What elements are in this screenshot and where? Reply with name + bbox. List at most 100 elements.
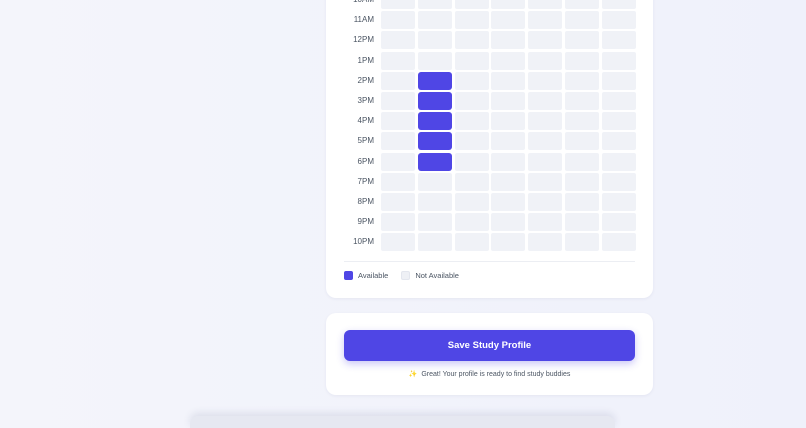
- time-row: 8PM: [326, 193, 653, 211]
- time-slot[interactable]: [491, 112, 526, 131]
- time-slot[interactable]: [565, 132, 599, 151]
- time-slot[interactable]: [601, 11, 636, 30]
- time-slot[interactable]: [491, 152, 526, 171]
- time-slot[interactable]: [601, 0, 636, 9]
- time-slot[interactable]: [601, 51, 636, 70]
- time-slot[interactable]: [565, 152, 599, 171]
- time-slot[interactable]: [528, 213, 563, 232]
- time-slot[interactable]: [491, 0, 526, 9]
- sparkles-icon: ✨: [408, 371, 418, 378]
- time-slot[interactable]: [417, 51, 452, 70]
- time-slot[interactable]: [454, 172, 489, 191]
- time-slot[interactable]: [491, 132, 526, 151]
- time-slot[interactable]: [454, 213, 489, 232]
- time-slot[interactable]: [417, 31, 452, 50]
- legend-available-label: Available: [358, 270, 389, 280]
- time-slot[interactable]: [381, 92, 415, 110]
- time-slot[interactable]: [417, 0, 452, 9]
- time-slot[interactable]: [381, 213, 415, 232]
- time-slot[interactable]: [491, 193, 526, 211]
- time-slot[interactable]: [454, 11, 489, 30]
- time-slot[interactable]: [528, 112, 563, 131]
- time-slot[interactable]: [491, 172, 526, 191]
- time-slot[interactable]: [491, 92, 526, 110]
- time-slot[interactable]: [491, 233, 526, 252]
- time-slot[interactable]: [601, 152, 636, 171]
- time-slot[interactable]: [381, 11, 415, 30]
- time-slot-available[interactable]: [417, 71, 452, 90]
- time-slot[interactable]: [491, 213, 526, 232]
- time-slot[interactable]: [417, 193, 452, 211]
- time-slot[interactable]: [381, 31, 415, 50]
- time-slot[interactable]: [565, 51, 599, 70]
- time-slot[interactable]: [381, 152, 415, 171]
- time-slot[interactable]: [454, 233, 489, 252]
- time-slot[interactable]: [601, 193, 636, 211]
- time-slot[interactable]: [565, 11, 599, 30]
- time-slot-available[interactable]: [417, 92, 452, 110]
- time-slot[interactable]: [601, 71, 636, 90]
- time-slot[interactable]: [454, 71, 489, 90]
- time-slot[interactable]: [565, 112, 599, 131]
- time-slot[interactable]: [528, 132, 563, 151]
- time-slot[interactable]: [454, 92, 489, 110]
- time-slot[interactable]: [454, 51, 489, 70]
- save-study-profile-button[interactable]: Save Study Profile: [344, 330, 635, 361]
- time-label: 4PM: [357, 116, 374, 126]
- time-slot[interactable]: [565, 233, 599, 252]
- time-slot[interactable]: [454, 31, 489, 50]
- time-slot[interactable]: [528, 152, 563, 171]
- time-slot[interactable]: [528, 92, 563, 110]
- time-slot[interactable]: [417, 213, 452, 232]
- time-row: 2PM: [326, 71, 653, 90]
- time-slot[interactable]: [565, 0, 599, 9]
- time-slot-available[interactable]: [417, 132, 452, 151]
- time-slot[interactable]: [381, 0, 415, 9]
- time-slot[interactable]: [454, 112, 489, 131]
- time-row: 5PM: [326, 132, 653, 151]
- time-slot[interactable]: [381, 51, 415, 70]
- time-slot[interactable]: [565, 213, 599, 232]
- time-slot[interactable]: [565, 172, 599, 191]
- time-slot[interactable]: [565, 92, 599, 110]
- time-slot[interactable]: [381, 193, 415, 211]
- time-slot[interactable]: [454, 152, 489, 171]
- time-slot[interactable]: [417, 233, 452, 252]
- time-slot[interactable]: [528, 71, 563, 90]
- time-slot[interactable]: [601, 132, 636, 151]
- time-slot[interactable]: [601, 92, 636, 110]
- time-slot[interactable]: [491, 11, 526, 30]
- time-slot[interactable]: [528, 0, 563, 9]
- time-slot[interactable]: [601, 233, 636, 252]
- time-slot[interactable]: [528, 193, 563, 211]
- time-slot[interactable]: [491, 51, 526, 70]
- time-slot[interactable]: [381, 132, 415, 151]
- save-card: Save Study Profile ✨ Great! Your profile…: [326, 313, 653, 395]
- time-slot[interactable]: [528, 11, 563, 30]
- time-slot[interactable]: [381, 71, 415, 90]
- time-slot[interactable]: [381, 172, 415, 191]
- time-slot[interactable]: [417, 11, 452, 30]
- time-slot[interactable]: [491, 31, 526, 50]
- time-slot[interactable]: [601, 172, 636, 191]
- time-slot[interactable]: [565, 71, 599, 90]
- time-slot[interactable]: [565, 31, 599, 50]
- time-slot-available[interactable]: [417, 152, 452, 171]
- time-slot[interactable]: [454, 0, 489, 9]
- time-slot[interactable]: [381, 112, 415, 131]
- time-slot[interactable]: [528, 31, 563, 50]
- time-slot[interactable]: [528, 233, 563, 252]
- time-slot[interactable]: [601, 112, 636, 131]
- time-slot[interactable]: [601, 213, 636, 232]
- time-slot[interactable]: [454, 193, 489, 211]
- time-slot[interactable]: [528, 51, 563, 70]
- time-slot[interactable]: [565, 193, 599, 211]
- time-slot[interactable]: [528, 172, 563, 191]
- time-slot-available[interactable]: [417, 112, 452, 131]
- time-slot[interactable]: [454, 132, 489, 151]
- time-label: 10PM: [353, 237, 374, 247]
- time-slot[interactable]: [381, 233, 415, 252]
- time-slot[interactable]: [491, 71, 526, 90]
- time-slot[interactable]: [601, 31, 636, 50]
- time-slot[interactable]: [417, 172, 452, 191]
